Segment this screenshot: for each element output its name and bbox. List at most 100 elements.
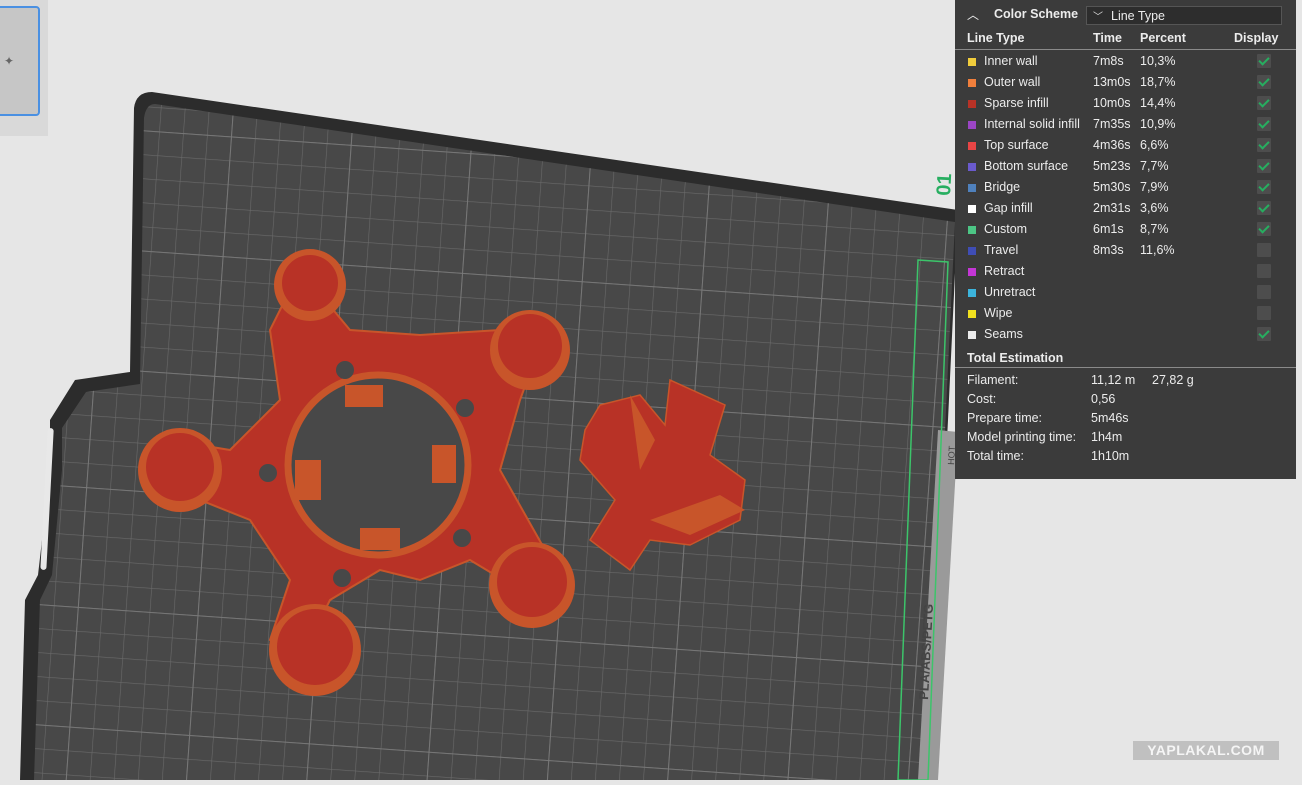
color-swatch (968, 100, 976, 108)
line-type-percent: 7,9% (1140, 180, 1169, 194)
line-type-row: Unretract (955, 282, 1296, 303)
line-type-name: Gap infill (984, 201, 1033, 215)
color-swatch (968, 331, 976, 339)
color-swatch (968, 205, 976, 213)
estimation-row: Model printing time: 1h4m (955, 427, 1296, 446)
col-line-type: Line Type (967, 31, 1025, 45)
line-type-row: Sparse infill 10m0s 14,4% (955, 93, 1296, 114)
display-checkbox[interactable] (1257, 96, 1271, 110)
display-checkbox[interactable] (1257, 54, 1271, 68)
estimation-row: Cost: 0,56 (955, 389, 1296, 408)
estimation-row: Filament: 11,12 m 27,82 g (955, 370, 1296, 389)
estimation-label: Filament: (967, 373, 1019, 387)
line-type-name: Top surface (984, 138, 1049, 152)
display-checkbox[interactable] (1257, 222, 1271, 236)
total-estimation-title: Total Estimation (967, 351, 1064, 365)
line-type-table-header: Line Type Time Percent Display (955, 30, 1296, 50)
line-type-percent: 10,9% (1140, 117, 1176, 131)
color-scheme-selected: Line Type (1111, 9, 1165, 23)
color-swatch (968, 184, 976, 192)
plate-thumbnail[interactable]: ✦ (0, 6, 40, 116)
display-checkbox[interactable] (1257, 243, 1271, 257)
line-type-name: Travel (984, 243, 1019, 257)
line-type-time: 6m1s (1093, 222, 1124, 236)
line-type-name: Bottom surface (984, 159, 1069, 173)
display-checkbox[interactable] (1257, 180, 1271, 194)
line-type-name: Wipe (984, 306, 1013, 320)
display-checkbox[interactable] (1257, 285, 1271, 299)
line-type-name: Bridge (984, 180, 1021, 194)
line-type-name: Unretract (984, 285, 1036, 299)
line-type-name: Outer wall (984, 75, 1041, 89)
line-type-list: Inner wall 7m8s 10,3% Outer wall 13m0s 18,7% S… (955, 50, 1296, 345)
estimation-value: 5m46s (1091, 411, 1129, 425)
line-type-row: Bottom surface 5m23s 7,7% (955, 156, 1296, 177)
line-type-row: Gap infill 2m31s 3,6% (955, 198, 1296, 219)
watermark: YAPLAKAL.COM (1133, 741, 1279, 760)
color-swatch (968, 226, 976, 234)
chevron-down-icon: ﹀ (1093, 12, 1103, 23)
display-checkbox[interactable] (1257, 138, 1271, 152)
color-scheme-dropdown[interactable]: ﹀ Line Type (1086, 6, 1282, 25)
color-scheme-header: ︿ Color Scheme ﹀ Line Type (955, 0, 1296, 30)
collapse-chevron-icon[interactable]: ︿ (967, 6, 979, 23)
line-type-time: 7m35s (1093, 117, 1131, 131)
line-type-row: Seams (955, 324, 1296, 345)
line-type-row: Internal solid infill 7m35s 10,9% (955, 114, 1296, 135)
line-type-time: 4m36s (1093, 138, 1131, 152)
line-type-row: Outer wall 13m0s 18,7% (955, 72, 1296, 93)
line-type-name: Custom (984, 222, 1028, 236)
plate-number: 01 (933, 173, 956, 196)
color-swatch (968, 310, 976, 318)
line-type-percent: 8,7% (1140, 222, 1169, 236)
display-checkbox[interactable] (1257, 117, 1271, 131)
color-swatch (968, 247, 976, 255)
estimation-row: Prepare time: 5m46s (955, 408, 1296, 427)
line-type-time: 5m23s (1093, 159, 1131, 173)
display-checkbox[interactable] (1257, 201, 1271, 215)
line-type-percent: 7,7% (1140, 159, 1169, 173)
plate-thumbnail-panel: ✦ (0, 0, 48, 136)
line-type-percent: 6,6% (1140, 138, 1169, 152)
estimation-label: Total time: (967, 449, 1024, 463)
color-scheme-title: Color Scheme (994, 7, 1079, 21)
display-checkbox[interactable] (1257, 264, 1271, 278)
line-type-time: 5m30s (1093, 180, 1131, 194)
col-percent: Percent (1140, 31, 1186, 45)
display-checkbox[interactable] (1257, 75, 1271, 89)
line-type-time: 10m0s (1093, 96, 1131, 110)
color-swatch (968, 142, 976, 150)
line-type-name: Retract (984, 264, 1025, 278)
display-checkbox[interactable] (1257, 159, 1271, 173)
line-type-row: Travel 8m3s 11,6% (955, 240, 1296, 261)
line-type-row: Inner wall 7m8s 10,3% (955, 51, 1296, 72)
col-display: Display (1234, 31, 1279, 45)
estimation-row: Total time: 1h10m (955, 446, 1296, 465)
line-type-name: Sparse infill (984, 96, 1049, 110)
total-estimation-header: Total Estimation (955, 345, 1296, 368)
estimation-value: 1h10m (1091, 449, 1130, 463)
estimation-value-secondary: 27,82 g (1152, 373, 1194, 387)
estimation-label: Cost: (967, 392, 997, 406)
line-type-time: 7m8s (1093, 54, 1124, 68)
line-type-row: Custom 6m1s 8,7% (955, 219, 1296, 240)
line-type-row: Retract (955, 261, 1296, 282)
color-swatch (968, 79, 976, 87)
display-checkbox[interactable] (1257, 306, 1271, 320)
line-type-name: Seams (984, 327, 1023, 341)
line-type-percent: 11,6% (1140, 243, 1175, 257)
col-time: Time (1093, 31, 1122, 45)
color-swatch (968, 163, 976, 171)
color-swatch (968, 289, 976, 297)
estimation-value: 0,56 (1091, 392, 1116, 406)
line-type-percent: 3,6% (1140, 201, 1169, 215)
line-type-time: 2m31s (1093, 201, 1131, 215)
display-checkbox[interactable] (1257, 327, 1271, 341)
line-type-time: 13m0s (1093, 75, 1131, 89)
color-swatch (968, 268, 976, 276)
line-type-row: Top surface 4m36s 6,6% (955, 135, 1296, 156)
estimation-value: 1h4m (1091, 430, 1123, 444)
estimation-label: Prepare time: (967, 411, 1043, 425)
line-type-name: Inner wall (984, 54, 1038, 68)
line-type-percent: 18,7% (1140, 75, 1176, 89)
